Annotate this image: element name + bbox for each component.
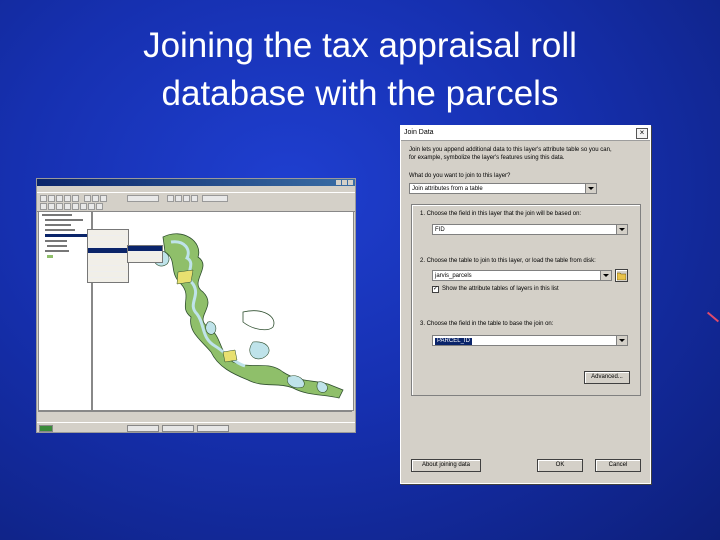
chevron-down-icon[interactable] (616, 336, 627, 345)
submenu-item (128, 252, 162, 258)
slide-title-line-2: database with the parcels (161, 74, 559, 113)
chevron-down-icon[interactable] (585, 184, 596, 193)
toolbar-icon (96, 203, 103, 210)
show-attribute-tables-checkbox[interactable]: ✓ (432, 286, 439, 293)
toolbar-icon (56, 195, 63, 202)
context-menu-item (88, 272, 128, 278)
browse-folder-button[interactable] (615, 269, 628, 282)
toolbar-icon (48, 195, 55, 202)
slide-title: Joining the tax appraisal roll database … (60, 22, 660, 118)
toolbar-icon (84, 195, 91, 202)
table-of-contents (38, 211, 92, 411)
toc-layer (42, 214, 72, 216)
toolbar-icon (40, 203, 47, 210)
toolbar-icon (92, 195, 99, 202)
toolbar-icon (56, 203, 63, 210)
join-options-group: 1. Choose the field in this layer that t… (411, 204, 641, 396)
advanced-button[interactable]: Advanced... (584, 371, 630, 384)
join-table-value: jarvis_parcels (435, 273, 472, 279)
slide-title-line-1: Joining the tax appraisal roll (143, 26, 577, 65)
toolbar-icon (88, 203, 95, 210)
arcmap-toolbar (37, 192, 355, 212)
chevron-down-icon[interactable] (616, 225, 627, 234)
step2-label: 2. Choose the table to join to this laye… (420, 258, 596, 264)
toolbar-icon (167, 195, 174, 202)
map-parcels-drawing (152, 233, 344, 399)
dialog-intro-line-1: Join lets you append additional data to … (409, 147, 612, 153)
step3-label: 3. Choose the field in the table to base… (420, 321, 554, 327)
toolbar-icon (100, 195, 107, 202)
ok-button[interactable]: OK (537, 459, 583, 472)
toolbar-icon (40, 195, 47, 202)
taskbar-button (162, 425, 194, 432)
decorative-line (706, 311, 720, 323)
join-data-dialog: Join Data × Join lets you append additio… (400, 125, 651, 484)
taskbar-button (197, 425, 229, 432)
toolbar-icon (48, 203, 55, 210)
dialog-title: Join Data (404, 129, 434, 136)
close-icon[interactable]: × (636, 128, 648, 139)
toolbar-icon (72, 203, 79, 210)
join-type-dropdown[interactable]: Join attributes from a table (409, 183, 597, 194)
arcmap-screenshot (36, 178, 356, 433)
joins-submenu (127, 245, 163, 263)
toolbar-icon (175, 195, 182, 202)
windows-taskbar (37, 422, 355, 432)
toc-layer (45, 250, 69, 252)
table-field-value: PARCEL_ID (435, 338, 472, 345)
toolbar-icon (64, 203, 71, 210)
toc-layer (45, 240, 67, 242)
toolbar-editor-box (202, 195, 228, 202)
toolbar-icon (72, 195, 79, 202)
toc-layer (45, 224, 71, 226)
maximize-icon (342, 180, 347, 185)
toolbar-icon (64, 195, 71, 202)
folder-icon (616, 272, 627, 281)
toc-symbol (47, 255, 53, 258)
taskbar-button (127, 425, 159, 432)
arcmap-statusbar (38, 411, 352, 418)
dialog-titlebar: Join Data × (401, 126, 650, 141)
map-view (92, 211, 354, 411)
about-joining-data-button[interactable]: About joining data (411, 459, 481, 472)
arcmap-titlebar (37, 179, 355, 186)
toc-layer (47, 245, 67, 247)
toc-layer (45, 219, 83, 221)
minimize-icon (336, 180, 341, 185)
cancel-button[interactable]: Cancel (595, 459, 641, 472)
join-table-dropdown[interactable]: jarvis_parcels (432, 270, 612, 281)
dialog-intro-line-2: for example, symbolize the layer's featu… (409, 155, 565, 161)
toolbar-icon (183, 195, 190, 202)
close-icon (348, 180, 353, 185)
toc-layer-selected (45, 234, 89, 237)
chevron-down-icon[interactable] (600, 271, 611, 280)
table-field-dropdown[interactable]: PARCEL_ID (432, 335, 628, 346)
show-attribute-tables-label: Show the attribute tables of layers in t… (442, 286, 559, 292)
toolbar-scale-box (127, 195, 159, 202)
toolbar-icon (191, 195, 198, 202)
step1-label: 1. Choose the field in this layer that t… (420, 211, 582, 217)
join-type-value: Join attributes from a table (412, 186, 483, 192)
layer-context-menu (87, 229, 129, 283)
layer-field-dropdown[interactable]: FID (432, 224, 628, 235)
toolbar-icon (80, 203, 87, 210)
join-question-label: What do you want to join to this layer? (409, 173, 511, 179)
layer-field-value: FID (435, 227, 445, 233)
toc-layer (45, 229, 75, 231)
start-button-icon (39, 425, 53, 432)
